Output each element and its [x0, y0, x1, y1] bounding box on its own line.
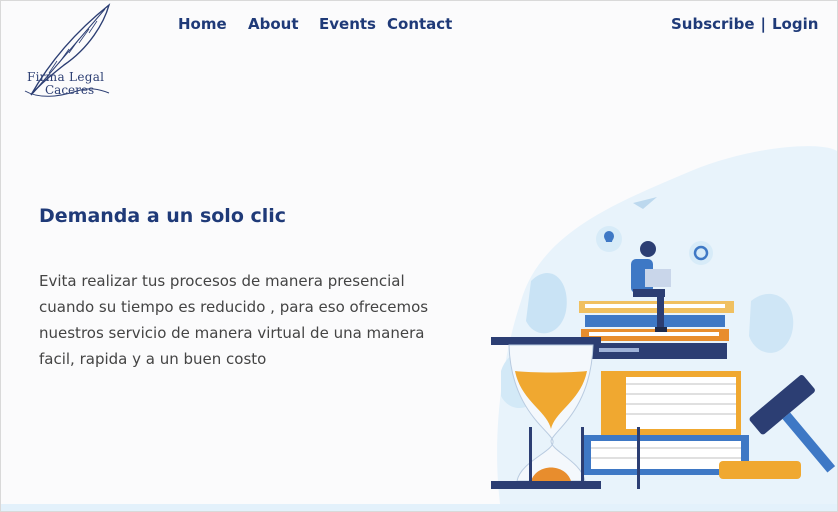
subscribe-link[interactable]: Subscribe: [671, 15, 755, 33]
person-head: [640, 241, 656, 257]
nav-about-link[interactable]: About: [248, 15, 299, 33]
auth-links: Subscribe | Login: [671, 15, 818, 33]
nav-home-link[interactable]: Home: [178, 15, 227, 33]
book-shape: [585, 315, 725, 327]
laptop-icon: [645, 269, 671, 287]
hero-description-line: facil, rapida y a un buen costo: [39, 350, 267, 368]
gear-icon: [689, 241, 713, 265]
page-frame: Firma Legal Caceres Home About Events Co…: [0, 0, 838, 512]
nav-contact-link[interactable]: Contact: [387, 15, 452, 33]
brand-name: Firma Legal Caceres: [27, 71, 127, 97]
hero-description-line: cuando su tiempo es reducido , para eso …: [39, 298, 429, 316]
nav-events-link[interactable]: Events: [319, 15, 376, 33]
hero-headline: Demanda a un solo clic: [39, 205, 287, 227]
hourglass-top: [491, 337, 601, 345]
login-link[interactable]: Login: [772, 15, 818, 33]
auth-separator: |: [760, 15, 766, 33]
hero-description-line: nuestros servicio de manera virtual de u…: [39, 324, 425, 342]
brand-name-line2: Caceres: [45, 83, 95, 97]
gavel-base: [719, 461, 801, 479]
bottom-strip: [1, 504, 837, 511]
hero-description-line: Evita realizar tus procesos de manera pr…: [39, 272, 405, 290]
hero-illustration: [491, 146, 837, 511]
hero-description: Evita realizar tus procesos de manera pr…: [39, 268, 469, 372]
hourglass-base: [491, 481, 601, 489]
